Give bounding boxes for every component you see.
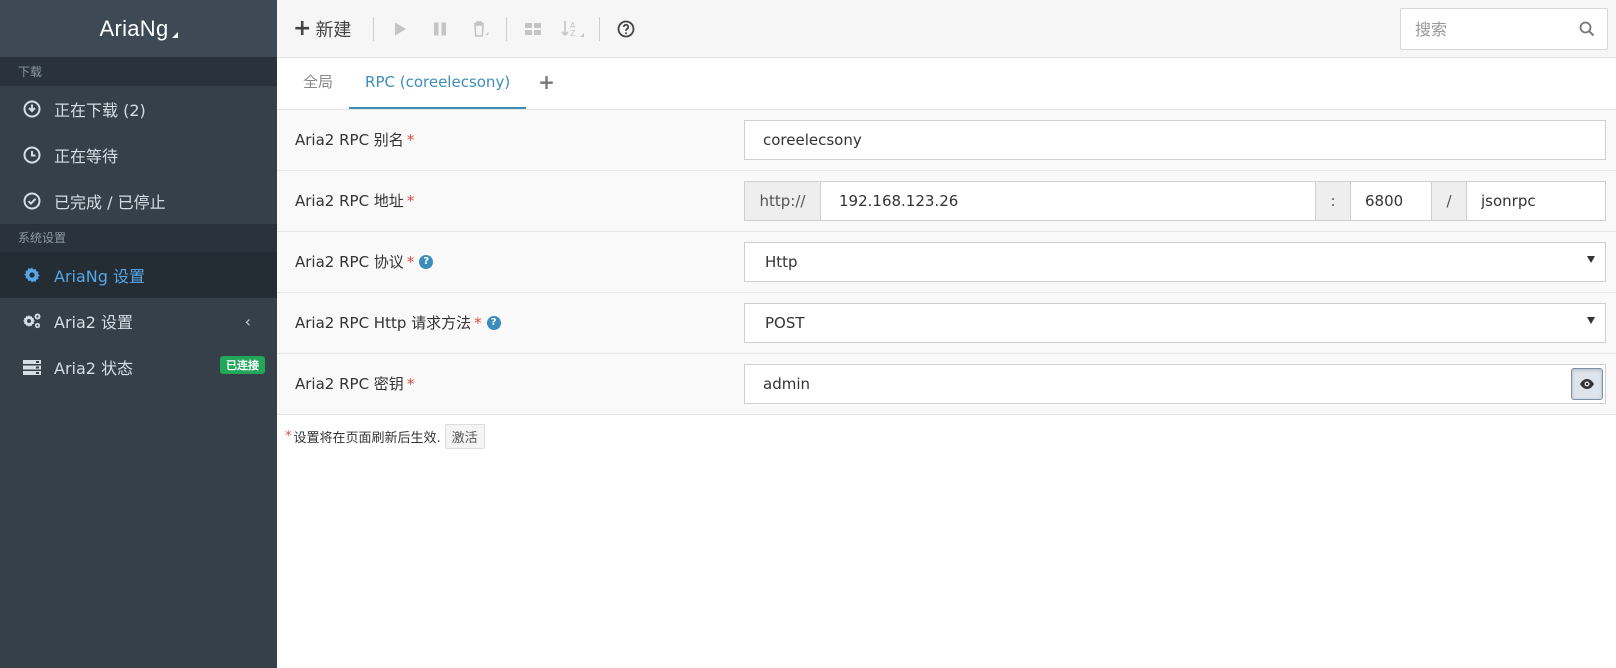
delete-button[interactable]	[460, 9, 500, 49]
toolbar-divider	[506, 16, 508, 41]
trash-icon	[474, 20, 489, 37]
notice-text: 设置将在页面刷新后生效.	[293, 431, 441, 446]
label-text: Aria2 RPC 密钥	[295, 375, 404, 393]
add-tab-button[interactable]: +	[526, 57, 567, 109]
rpc-host-input[interactable]	[821, 182, 1315, 220]
play-icon	[395, 22, 407, 35]
field-label: Aria2 RPC Http 请求方法 *?	[295, 293, 501, 353]
question-circle-icon	[618, 20, 635, 37]
search-box	[1400, 8, 1608, 50]
required-mark: *	[474, 314, 482, 332]
sidebar-item-label: 已完成 / 已停止	[54, 193, 166, 212]
toolbar: + 新建 AZ	[277, 0, 1616, 58]
sidebar-item-ariang-settings[interactable]: AriaNg 设置	[0, 252, 277, 298]
field-label: Aria2 RPC 别名 *	[295, 110, 414, 170]
activate-button[interactable]: 激活	[444, 424, 485, 449]
status-badge: 已连接	[220, 356, 265, 374]
logo-mark-icon	[171, 31, 178, 38]
selected-value: Http	[765, 253, 798, 271]
sidebar-item-label: 正在等待	[54, 147, 119, 166]
selected-value: POST	[765, 314, 805, 332]
address-field-group: http:// : /	[744, 181, 1606, 221]
toggle-visibility-button[interactable]	[1571, 368, 1603, 400]
sort-button[interactable]: AZ	[553, 9, 593, 49]
search-input[interactable]	[1401, 9, 1561, 49]
caret-down-icon	[1587, 317, 1595, 324]
required-mark: *	[285, 429, 292, 444]
section-header-settings: 系统设置	[0, 224, 277, 252]
row-rpc-protocol: Aria2 RPC 协议 *? Http	[277, 232, 1616, 293]
sidebar-item-label: AriaNg 设置	[54, 267, 145, 286]
start-button[interactable]	[380, 9, 420, 49]
toolbar-divider	[373, 16, 375, 41]
sidebar-item-downloading[interactable]: 正在下载 (2)	[0, 86, 277, 132]
pause-icon	[434, 22, 447, 35]
question-circle-icon[interactable]: ?	[486, 315, 501, 330]
rpc-alias-input[interactable]	[745, 121, 1605, 159]
question-circle-icon[interactable]: ?	[419, 254, 434, 269]
download-circle-icon	[22, 99, 42, 119]
required-mark: *	[406, 253, 415, 271]
sidebar-item-label: Aria2 设置	[54, 313, 134, 332]
sidebar-item-waiting[interactable]: 正在等待	[0, 132, 277, 178]
row-rpc-address: Aria2 RPC 地址* http:// : /	[277, 171, 1616, 232]
field-label: Aria2 RPC 协议 *?	[295, 232, 434, 292]
sidebar-item-aria2-status[interactable]: Aria2 状态 已连接	[0, 344, 277, 390]
required-mark: *	[406, 375, 415, 393]
rpc-port-input[interactable]	[1351, 182, 1431, 220]
label-text: Aria2 RPC 地址	[295, 192, 404, 210]
rpc-path-input[interactable]	[1467, 182, 1605, 220]
secret-field-wrap	[744, 364, 1606, 404]
row-rpc-http-method: Aria2 RPC Http 请求方法 *? POST	[277, 293, 1616, 354]
tab-global[interactable]: 全局	[287, 57, 349, 109]
clock-icon	[22, 145, 42, 165]
path-separator: /	[1431, 182, 1467, 220]
grid-icon	[525, 22, 542, 35]
section-header-download: 下载	[0, 58, 277, 86]
sidebar-item-label: Aria2 状态	[54, 359, 134, 378]
label-text: Aria2 RPC 协议	[295, 253, 404, 271]
eye-icon	[1580, 379, 1594, 389]
gears-icon	[22, 311, 42, 331]
sidebar: AriaNg 下载 正在下载 (2) 正在等待 已完成 / 已停止 系统设置 A…	[0, 0, 277, 668]
search-icon[interactable]	[1579, 21, 1595, 41]
caret-down-icon	[1587, 256, 1595, 263]
row-rpc-secret: Aria2 RPC 密钥 *	[277, 354, 1616, 415]
settings-tabs: 全局 RPC (coreelecsony) +	[277, 58, 1616, 110]
port-separator: :	[1315, 182, 1351, 220]
label-text: Aria2 RPC 别名	[295, 131, 404, 149]
pause-button[interactable]	[420, 9, 460, 49]
rpc-http-method-select[interactable]: POST	[744, 303, 1606, 343]
toolbar-divider	[599, 16, 601, 41]
logo-bar[interactable]: AriaNg	[0, 0, 277, 58]
svg-text:Z: Z	[570, 29, 576, 38]
field-label: Aria2 RPC 密钥 *	[295, 354, 414, 414]
sidebar-item-aria2-settings[interactable]: Aria2 设置 ‹	[0, 298, 277, 344]
required-mark: *	[406, 131, 415, 149]
sidebar-item-stopped[interactable]: 已完成 / 已停止	[0, 178, 277, 224]
tab-rpc[interactable]: RPC (coreelecsony)	[349, 57, 527, 109]
protocol-prefix-addon[interactable]: http://	[745, 182, 821, 220]
required-mark: *	[406, 192, 415, 210]
rpc-protocol-select[interactable]: Http	[744, 242, 1606, 282]
rpc-secret-input[interactable]	[745, 365, 1505, 403]
field-label: Aria2 RPC 地址 *	[295, 171, 414, 231]
rpc-settings-form: Aria2 RPC 别名* Aria2 RPC 地址* http:// : / …	[277, 110, 1616, 415]
reload-notice: * 设置将在页面刷新后生效. 激活	[285, 424, 485, 449]
sidebar-item-label: 正在下载 (2)	[54, 101, 146, 120]
label-text: Aria2 RPC Http 请求方法	[295, 314, 472, 332]
new-task-button[interactable]: + 新建	[277, 16, 367, 42]
sort-alpha-icon: AZ	[561, 20, 585, 38]
select-all-button[interactable]	[513, 9, 553, 49]
gear-icon	[22, 265, 42, 285]
new-task-label: 新建	[315, 19, 352, 41]
app-logo: AriaNg	[99, 15, 169, 41]
alias-field-wrap	[744, 120, 1606, 160]
plus-icon: +	[293, 16, 312, 41]
check-circle-icon	[22, 191, 42, 211]
chevron-left-icon: ‹	[244, 312, 251, 331]
row-rpc-alias: Aria2 RPC 别名 *	[277, 110, 1616, 171]
server-icon	[22, 357, 42, 377]
help-button[interactable]	[606, 9, 646, 49]
